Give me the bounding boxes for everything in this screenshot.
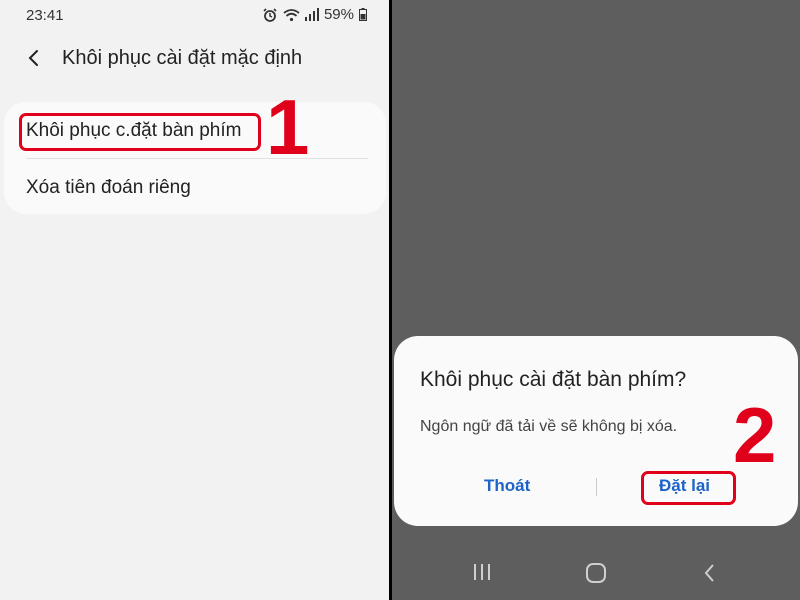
dialog-message: Ngôn ngữ đã tải về sẽ không bị xóa. [420,418,678,435]
back-arrow-icon[interactable] [22,46,46,70]
status-time: 23:41 [26,7,64,24]
status-bar: 23:41 59% [0,0,389,30]
home-icon[interactable] [585,562,607,584]
highlight-box-step-2 [641,471,736,505]
dialog-screen: Khôi phục cài đặt bàn phím? Ngôn ngữ đã … [392,0,800,600]
button-separator [596,478,597,496]
navigation-bar [392,548,800,600]
highlight-box-step-1 [19,113,261,151]
nav-back-icon[interactable] [700,562,720,584]
step-number-1: 1 [266,83,310,171]
page-title: Khôi phục cài đặt mặc định [62,47,303,69]
battery-icon [359,8,367,21]
divider [26,158,368,159]
signal-icon [304,8,319,21]
dialog-title: Khôi phục cài đặt bàn phím? [420,368,687,391]
battery-percent: 59% [323,6,354,23]
settings-screen: 23:41 59% Khôi phục cài đặt mặc định Khô… [0,0,389,600]
settings-item-clear-predictions[interactable]: Xóa tiên đoán riêng [26,177,191,199]
cancel-button[interactable]: Thoát [484,476,530,496]
app-bar: Khôi phục cài đặt mặc định [0,40,389,80]
recent-apps-icon[interactable] [472,562,492,582]
wifi-icon [283,8,300,21]
step-number-2: 2 [733,391,777,479]
alarm-icon [263,7,277,22]
status-icons: 59% [262,6,367,23]
